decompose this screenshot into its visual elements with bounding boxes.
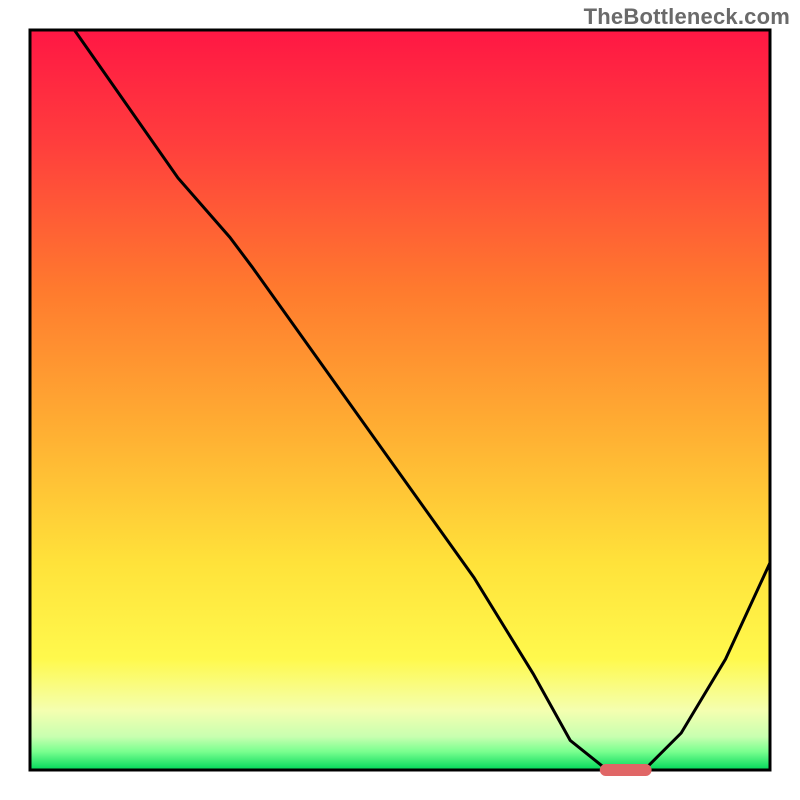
watermark-text: TheBottleneck.com	[584, 4, 790, 30]
chart-svg	[0, 0, 800, 800]
chart-background-gradient	[30, 30, 770, 770]
bottleneck-chart: TheBottleneck.com	[0, 0, 800, 800]
optimal-range-marker	[600, 764, 652, 776]
